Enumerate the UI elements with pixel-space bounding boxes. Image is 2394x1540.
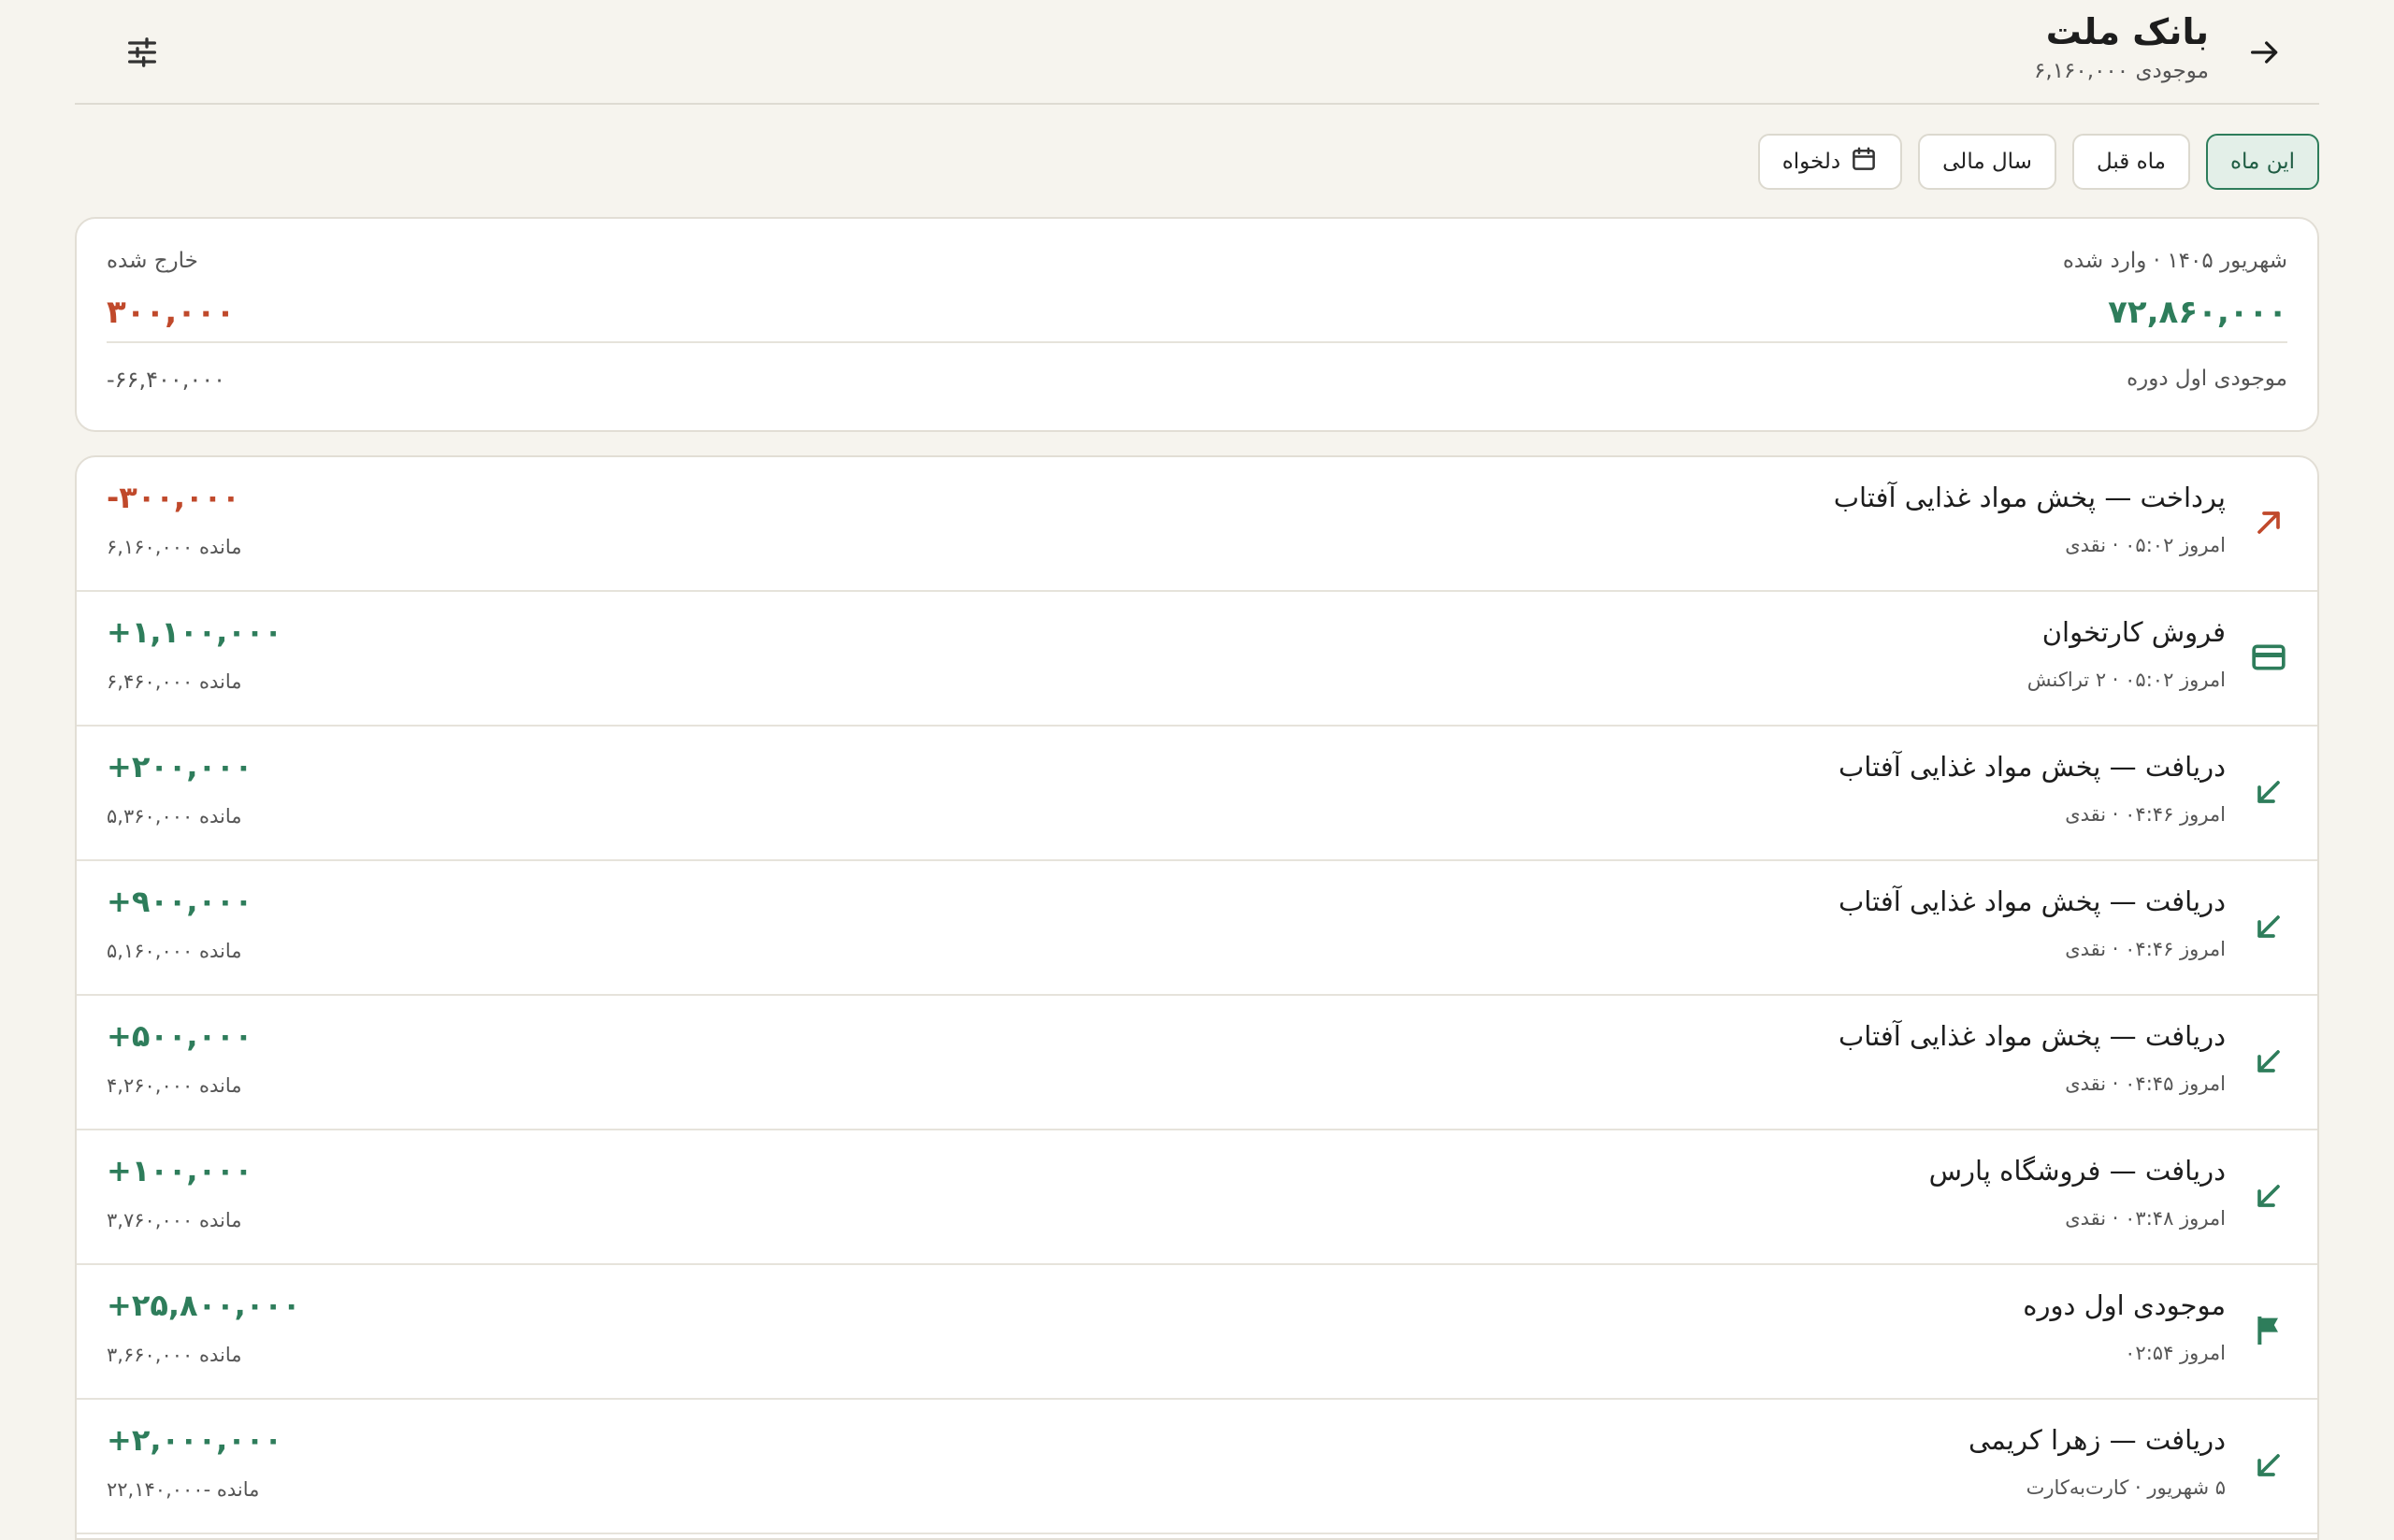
credit-card-icon	[2250, 639, 2287, 676]
transaction-list: پرداخت — پخش مواد غذایی آفتاب امروز ۰۵:۰…	[75, 455, 2319, 1540]
tab-label: دلخواه	[1781, 150, 1841, 174]
transaction-amount: -۳۰۰,۰۰۰	[107, 480, 240, 515]
transaction-row[interactable]: پرداخت — پخش مواد غذایی آفتاب امروز ۰۵:۰…	[77, 457, 2317, 592]
transaction-balance: مانده ۵,۱۶۰,۰۰۰	[107, 940, 242, 962]
transaction-title: پرداخت — پخش مواد غذایی آفتاب	[1833, 482, 2226, 513]
transaction-title: دریافت — پخش مواد غذایی آفتاب	[1838, 751, 2226, 783]
transaction-meta: ۵ شهریور · کارت‌به‌کارت	[2026, 1476, 2226, 1499]
transaction-balance: مانده -۲۲,۱۴۰,۰۰۰	[107, 1478, 260, 1501]
transaction-title: دریافت — پخش مواد غذایی آفتاب	[1838, 1020, 2226, 1052]
transaction-title: فروش کارتخوان	[2041, 616, 2226, 648]
income-label: شهریور ۱۴۰۵ · وارد شده	[2062, 249, 2287, 273]
top-bar: بانک ملت موجودی ۶,۱۶۰,۰۰۰	[75, 0, 2319, 105]
income-value: ۷۲,۸۶۰,۰۰۰	[2108, 294, 2287, 331]
app-root: بانک ملت موجودی ۶,۱۶۰,۰۰۰ این ماه ماه قب…	[75, 0, 2319, 1540]
filter-button[interactable]	[123, 34, 161, 71]
transaction-title: دریافت — زهرا کریمی	[1969, 1424, 2226, 1456]
period-summary-card: شهریور ۱۴۰۵ · وارد شده ۷۲,۸۶۰,۰۰۰ خارج ش…	[75, 217, 2319, 432]
transaction-meta: امروز ۰۴:۴۶ · نقدی	[2065, 803, 2226, 826]
transaction-balance: مانده ۳,۷۶۰,۰۰۰	[107, 1209, 242, 1231]
transaction-meta: امروز ۰۵:۰۲ · ۲ تراکنش	[2026, 669, 2226, 691]
back-button[interactable]	[2246, 34, 2284, 71]
transaction-balance: مانده ۳,۶۶۰,۰۰۰	[107, 1344, 242, 1366]
page-title: بانک ملت	[2045, 11, 2209, 52]
transaction-amount: +۹۰۰,۰۰۰	[107, 884, 253, 919]
transaction-row[interactable]: دریافت — پخش مواد غذایی آفتاب امروز ۰۴:۴…	[77, 727, 2317, 861]
transaction-title: موجودی اول دوره	[2023, 1289, 2226, 1321]
transaction-row[interactable]: دریافت — زهرا کریمی ۵ شهریور · کارت‌به‌ک…	[77, 1400, 2317, 1534]
arrow-down-left-icon	[2250, 1043, 2287, 1080]
tab-this-month[interactable]: این ماه	[2206, 134, 2319, 190]
expense-label: خارج شده	[107, 249, 198, 273]
transaction-meta: امروز ۰۴:۴۶ · نقدی	[2065, 938, 2226, 960]
page-subtitle-balance: موجودی ۶,۱۶۰,۰۰۰	[2034, 59, 2209, 83]
transaction-balance: مانده ۵,۳۶۰,۰۰۰	[107, 805, 242, 828]
transaction-meta: امروز ۰۳:۴۸ · نقدی	[2065, 1207, 2226, 1230]
transaction-row[interactable]: موجودی اول دوره امروز ۰۲:۵۴ +۲۵,۸۰۰,۰۰۰ …	[77, 1265, 2317, 1400]
transaction-amount: +۲۵,۸۰۰,۰۰۰	[107, 1288, 301, 1323]
expense-value: ۳۰۰,۰۰۰	[107, 294, 236, 331]
transaction-meta: امروز ۰۴:۴۵ · نقدی	[2065, 1072, 2226, 1095]
tab-custom[interactable]: دلخواه	[1757, 134, 1903, 190]
transaction-balance: مانده ۴,۲۶۰,۰۰۰	[107, 1074, 242, 1097]
period-tabs: این ماه ماه قبل سال مالی دلخواه	[1757, 134, 2319, 190]
opening-balance-label: موجودی اول دوره	[2127, 367, 2287, 391]
transaction-row[interactable]: دریافت — پخش مواد غذایی آفتاب امروز ۰۴:۴…	[77, 861, 2317, 996]
arrow-down-left-icon	[2250, 1177, 2287, 1215]
transaction-amount: +۲,۰۰۰,۰۰۰	[107, 1422, 282, 1458]
transaction-row[interactable]: دریافت — فروشگاه پارس امروز ۰۳:۴۸ · نقدی…	[77, 1130, 2317, 1265]
transaction-balance: مانده ۶,۱۶۰,۰۰۰	[107, 536, 242, 558]
calendar-icon	[1850, 145, 1878, 179]
transaction-amount: +۱۰۰,۰۰۰	[107, 1153, 253, 1188]
opening-balance-value: -۶۶,۴۰۰,۰۰۰	[107, 367, 226, 393]
transaction-amount: +۲۰۰,۰۰۰	[107, 749, 253, 784]
arrow-up-right-icon	[2250, 504, 2287, 541]
tab-last-month[interactable]: ماه قبل	[2071, 134, 2190, 190]
transaction-row[interactable]: دریافت — پخش مواد غذایی آفتاب امروز ۰۴:۴…	[77, 996, 2317, 1130]
arrow-down-left-icon	[2250, 908, 2287, 945]
flag-icon	[2250, 1312, 2287, 1349]
tune-sliders-icon	[128, 37, 156, 67]
title-block: بانک ملت موجودی ۶,۱۶۰,۰۰۰	[2034, 7, 2209, 86]
transaction-meta: امروز ۰۲:۵۴	[2125, 1342, 2226, 1364]
transaction-amount: +۱,۱۰۰,۰۰۰	[107, 614, 282, 650]
divider	[107, 341, 2287, 343]
tab-label: ماه قبل	[2096, 150, 2166, 174]
transaction-amount: +۵۰۰,۰۰۰	[107, 1018, 253, 1054]
tab-fiscal-year[interactable]: سال مالی	[1918, 134, 2056, 190]
transaction-title: دریافت — پخش مواد غذایی آفتاب	[1838, 885, 2226, 917]
tab-label: سال مالی	[1942, 150, 2032, 174]
arrow-down-left-icon	[2250, 1446, 2287, 1484]
arrow-down-left-icon	[2250, 773, 2287, 811]
tab-label: این ماه	[2230, 150, 2295, 174]
transaction-balance: مانده ۶,۴۶۰,۰۰۰	[107, 670, 242, 693]
transaction-title: دریافت — فروشگاه پارس	[1928, 1155, 2226, 1187]
arrow-right-icon	[2251, 41, 2278, 64]
transaction-meta: امروز ۰۵:۰۲ · نقدی	[2065, 534, 2226, 556]
transaction-row[interactable]: فروش کارتخوان امروز ۰۵:۰۲ · ۲ تراکنش +۱,…	[77, 592, 2317, 727]
